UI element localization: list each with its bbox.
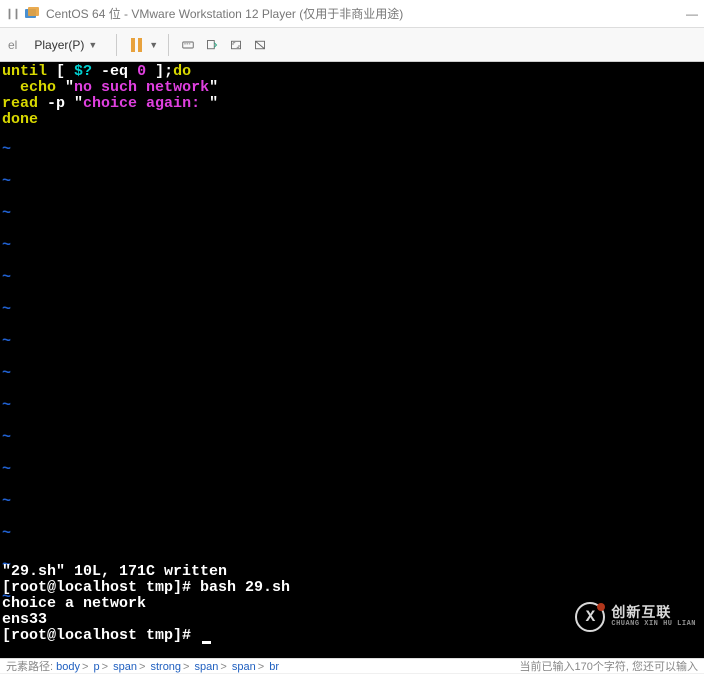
char-count-text: 当前已输入170个字符, 您还可以输入	[520, 658, 698, 674]
element-path-bar: 元素路径: body> p> span> strong> span> span>…	[0, 658, 704, 673]
keyboard-icon	[182, 37, 194, 53]
toolbar-divider	[168, 34, 169, 56]
fullscreen-button[interactable]	[227, 36, 245, 54]
window-title: CentOS 64 位 - VMware Workstation 12 Play…	[46, 5, 686, 22]
minimize-button[interactable]: —	[686, 7, 698, 21]
unity-icon	[254, 37, 266, 53]
breadcrumb-item[interactable]: br	[269, 661, 279, 673]
toolbar-left-label: el	[8, 38, 17, 52]
watermark-subtext: CHUANG XIN HU LIAN	[611, 621, 696, 628]
chevron-down-icon: ▼	[88, 40, 97, 50]
toolbar-divider	[116, 34, 117, 56]
breadcrumb-item[interactable]: span	[195, 661, 219, 673]
breadcrumb-item[interactable]: p	[93, 661, 99, 673]
pause-icon	[131, 38, 142, 52]
snapshot-icon	[206, 37, 218, 53]
player-menu-label: Player(P)	[34, 38, 84, 52]
vmware-icon	[24, 6, 40, 22]
code-line: until [ $? -eq 0 ];do	[0, 64, 704, 80]
output-line: "29.sh" 10L, 171C written	[0, 564, 704, 580]
snapshot-button[interactable]	[203, 36, 221, 54]
code-line: read -p "choice again: "	[0, 96, 704, 112]
watermark-text: 创新互联	[611, 607, 696, 621]
collapse-icon[interactable]	[6, 7, 20, 21]
breadcrumb-item[interactable]: span	[113, 661, 137, 673]
pause-button[interactable]	[127, 36, 145, 54]
vim-empty-lines: ~~~~ ~~~~ ~~~~ ~~~	[0, 134, 11, 614]
code-line: done	[0, 112, 704, 128]
send-ctrl-alt-del-button[interactable]	[179, 36, 197, 54]
breadcrumb: 元素路径: body> p> span> strong> span> span>…	[6, 658, 279, 674]
output-line: [root@localhost tmp]# bash 29.sh	[0, 580, 704, 596]
breadcrumb-item[interactable]: body	[56, 661, 80, 673]
watermark-logo-icon: X	[575, 602, 605, 632]
window-titlebar: CentOS 64 位 - VMware Workstation 12 Play…	[0, 0, 704, 28]
watermark: X 创新互联 CHUANG XIN HU LIAN	[575, 602, 696, 632]
breadcrumb-prefix: 元素路径:	[6, 661, 53, 673]
cursor-icon	[202, 641, 211, 644]
code-line: echo "no such network"	[0, 80, 704, 96]
breadcrumb-item[interactable]: span	[232, 661, 256, 673]
player-menu-button[interactable]: Player(P) ▼	[25, 34, 106, 56]
terminal-viewport[interactable]: until [ $? -eq 0 ];do echo "no such netw…	[0, 62, 704, 658]
fullscreen-icon	[230, 37, 242, 53]
breadcrumb-item[interactable]: strong	[150, 661, 181, 673]
unity-button[interactable]	[251, 36, 269, 54]
chevron-down-icon[interactable]: ▼	[149, 40, 158, 50]
toolbar: el Player(P) ▼ ▼	[0, 28, 704, 62]
